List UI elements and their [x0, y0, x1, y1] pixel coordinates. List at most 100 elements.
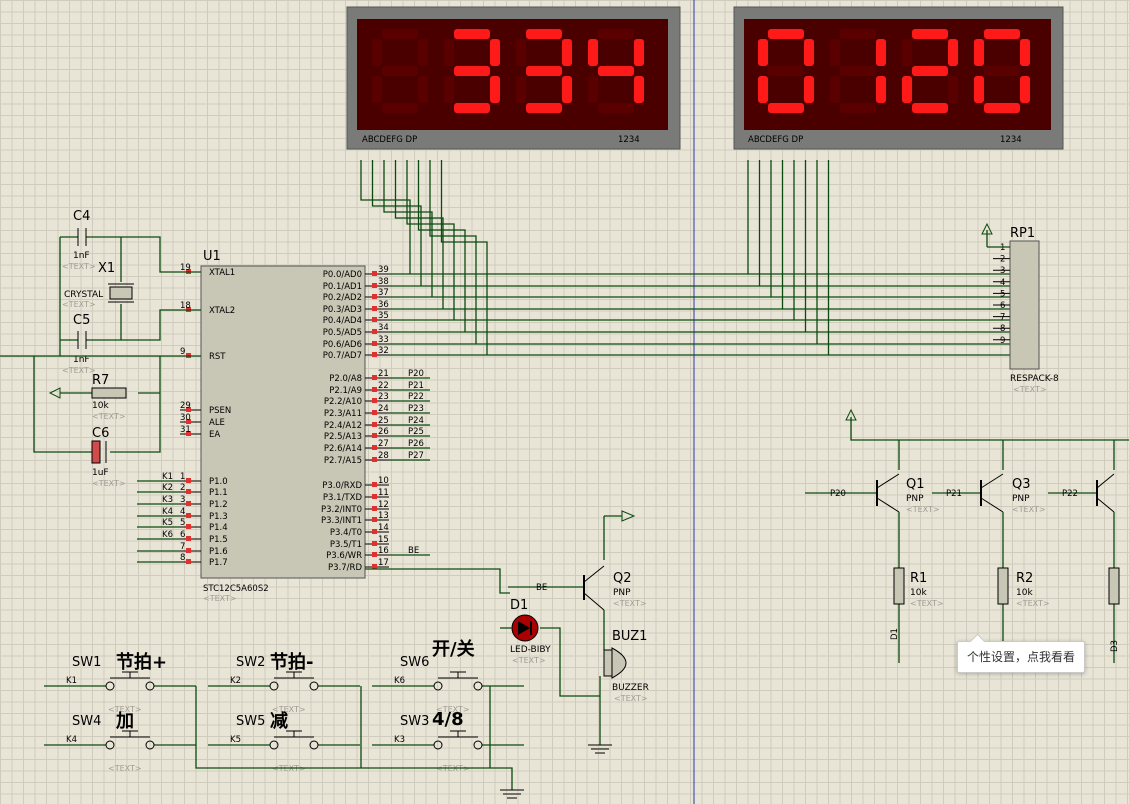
segment-e — [902, 76, 912, 103]
u1-pin-number: 28 — [378, 451, 389, 461]
display-left-seg-label: ABCDEFG DP — [362, 135, 417, 145]
switch-contact — [269, 681, 279, 691]
buz1-buzzer[interactable]: BUZ1 BUZZER <TEXT> — [599, 629, 649, 745]
p-net-label: P22 — [408, 392, 424, 402]
u1-pin-number: 36 — [378, 300, 389, 310]
pin-marker — [372, 433, 377, 438]
c5-capacitor[interactable]: C5 1nF <TEXT> — [60, 309, 201, 375]
switch-net: K4 — [66, 735, 77, 745]
u1-pin-name: ALE — [209, 418, 225, 428]
pin-marker — [372, 494, 377, 499]
switch-sw4[interactable]: SW4 K4 <TEXT> 加 — [44, 711, 196, 773]
p-net-label: P26 — [408, 439, 424, 449]
pin-marker — [372, 352, 377, 357]
segment-g — [840, 66, 876, 76]
pin-marker — [186, 536, 191, 541]
segment-f — [830, 39, 840, 66]
display-right-seg-label: ABCDEFG DP — [748, 135, 803, 145]
u1-pin-name: P3.0/RXD — [322, 481, 362, 491]
u1-pin-name: P0.2/AD2 — [323, 293, 362, 303]
segment-b — [418, 39, 428, 66]
c6-capacitor[interactable]: C6 1uF <TEXT> — [91, 426, 126, 488]
buz1-ref: BUZ1 — [612, 629, 647, 644]
segment-a — [598, 29, 634, 39]
switch-caption: 4/8 — [432, 709, 464, 730]
segment-e — [588, 76, 598, 103]
u1-part: STC12C5A60S2 — [203, 584, 269, 594]
schematic-canvas[interactable]: ABCDEFG DP 1234 ABCDEFG DP 1234 U1 STC12… — [0, 0, 1129, 804]
switch-contact — [105, 740, 115, 750]
q1-transistor[interactable]: P20 Q1 PNP <TEXT> — [805, 473, 940, 663]
x1-ref: X1 — [98, 261, 115, 276]
u1-pin-name: P2.0/A8 — [329, 374, 362, 384]
segment-e — [372, 76, 382, 103]
segment-f — [516, 39, 526, 66]
u1-pin-name: P1.5 — [209, 535, 228, 545]
rp1-pin-number: 8 — [1000, 324, 1005, 334]
switch-sw3[interactable]: SW3K3<TEXT>4/8 — [372, 709, 524, 773]
switch-sw1[interactable]: SW1K1<TEXT>节拍+ — [44, 651, 196, 714]
settings-tooltip[interactable]: 个性设置，点我看看 — [957, 641, 1085, 673]
switch-contact — [433, 740, 443, 750]
switch-sw2[interactable]: SW2K2<TEXT>节拍- — [208, 651, 360, 714]
r7-resistor[interactable]: R7 10k <TEXT> — [91, 373, 127, 421]
u1-microcontroller[interactable]: U1 STC12C5A60S2 <TEXT> 19 XTAL118 XTAL29 RS… — [137, 249, 430, 603]
u1-pin-name: P1.0 — [209, 477, 228, 487]
segment-c — [804, 76, 814, 103]
u1-pin-name: P0.4/AD4 — [323, 316, 362, 326]
switch-net: K2 — [230, 676, 241, 686]
segment-g — [526, 66, 562, 76]
segment-g — [382, 66, 418, 76]
c6-ref: C6 — [92, 426, 109, 441]
pin-marker — [372, 517, 377, 522]
u1-pin-name: P3.6/WR — [326, 551, 362, 561]
r1-resistor[interactable]: R1 10k <TEXT> D1 — [890, 567, 944, 640]
q2-transistor[interactable]: BE Q2 PNP <TEXT> — [536, 565, 647, 611]
switch-caption: 节拍+ — [116, 651, 167, 673]
r1-text: <TEXT> — [910, 599, 944, 608]
switch-text: <TEXT> — [108, 764, 142, 773]
u1-pin-number: 29 — [180, 401, 191, 411]
u1-pin-number: 15 — [378, 535, 389, 545]
q1-ref: Q1 — [906, 477, 925, 492]
switch-actuator — [438, 730, 478, 738]
p-net-label: P20 — [408, 369, 424, 379]
segment-g — [912, 66, 948, 76]
u1-pin-number: 13 — [378, 511, 389, 521]
q1-net: P20 — [830, 489, 846, 499]
segment-b — [876, 39, 886, 66]
u1-pin-number: 24 — [378, 404, 389, 414]
u1-pin-number: 12 — [378, 500, 389, 510]
pin-marker — [186, 489, 191, 494]
q2-text: <TEXT> — [613, 599, 647, 608]
u1-pin-number: 34 — [378, 323, 389, 333]
rp1-pin-number: 4 — [1000, 278, 1005, 288]
u1-pin-name: P0.6/AD6 — [323, 340, 362, 350]
u1-pin-number: 1 — [180, 472, 185, 482]
q3-transistor[interactable]: P21 Q3 PNP <TEXT> — [932, 473, 1046, 663]
seven-segment-display-right[interactable]: ABCDEFG DP 1234 — [733, 6, 1064, 150]
r2-ref: R2 — [1016, 571, 1033, 586]
u1-pin-number: 3 — [180, 495, 185, 505]
u1-pin-number: 17 — [378, 558, 389, 568]
switch-contact — [105, 681, 115, 691]
d1-led[interactable]: D1 LED-BIBY <TEXT> — [500, 598, 551, 665]
pin-marker — [372, 541, 377, 546]
segment-g — [598, 66, 634, 76]
segment-a — [768, 29, 804, 39]
u1-pin-name: P2.3/A11 — [324, 409, 362, 419]
switch-sw5[interactable]: SW5K5<TEXT>减 — [208, 710, 360, 773]
q4-transistor-partial[interactable]: P22 — [1048, 473, 1115, 663]
switch-sw6[interactable]: SW6K6<TEXT>开/关 — [372, 638, 524, 714]
u1-pin-number: 8 — [180, 553, 185, 563]
tooltip-text: 个性设置，点我看看 — [966, 650, 1075, 664]
segment-d — [382, 103, 418, 113]
pin-marker — [372, 457, 377, 462]
r2-resistor[interactable]: R2 10k <TEXT> — [997, 567, 1050, 608]
rp1-pin-number: 6 — [1000, 301, 1005, 311]
seven-segment-display-left[interactable]: ABCDEFG DP 1234 — [346, 6, 681, 150]
segment-e — [758, 76, 768, 103]
u1-pin-number: 22 — [378, 381, 389, 391]
u1-pin-number: 33 — [378, 335, 389, 345]
r1-ref: R1 — [910, 571, 927, 586]
